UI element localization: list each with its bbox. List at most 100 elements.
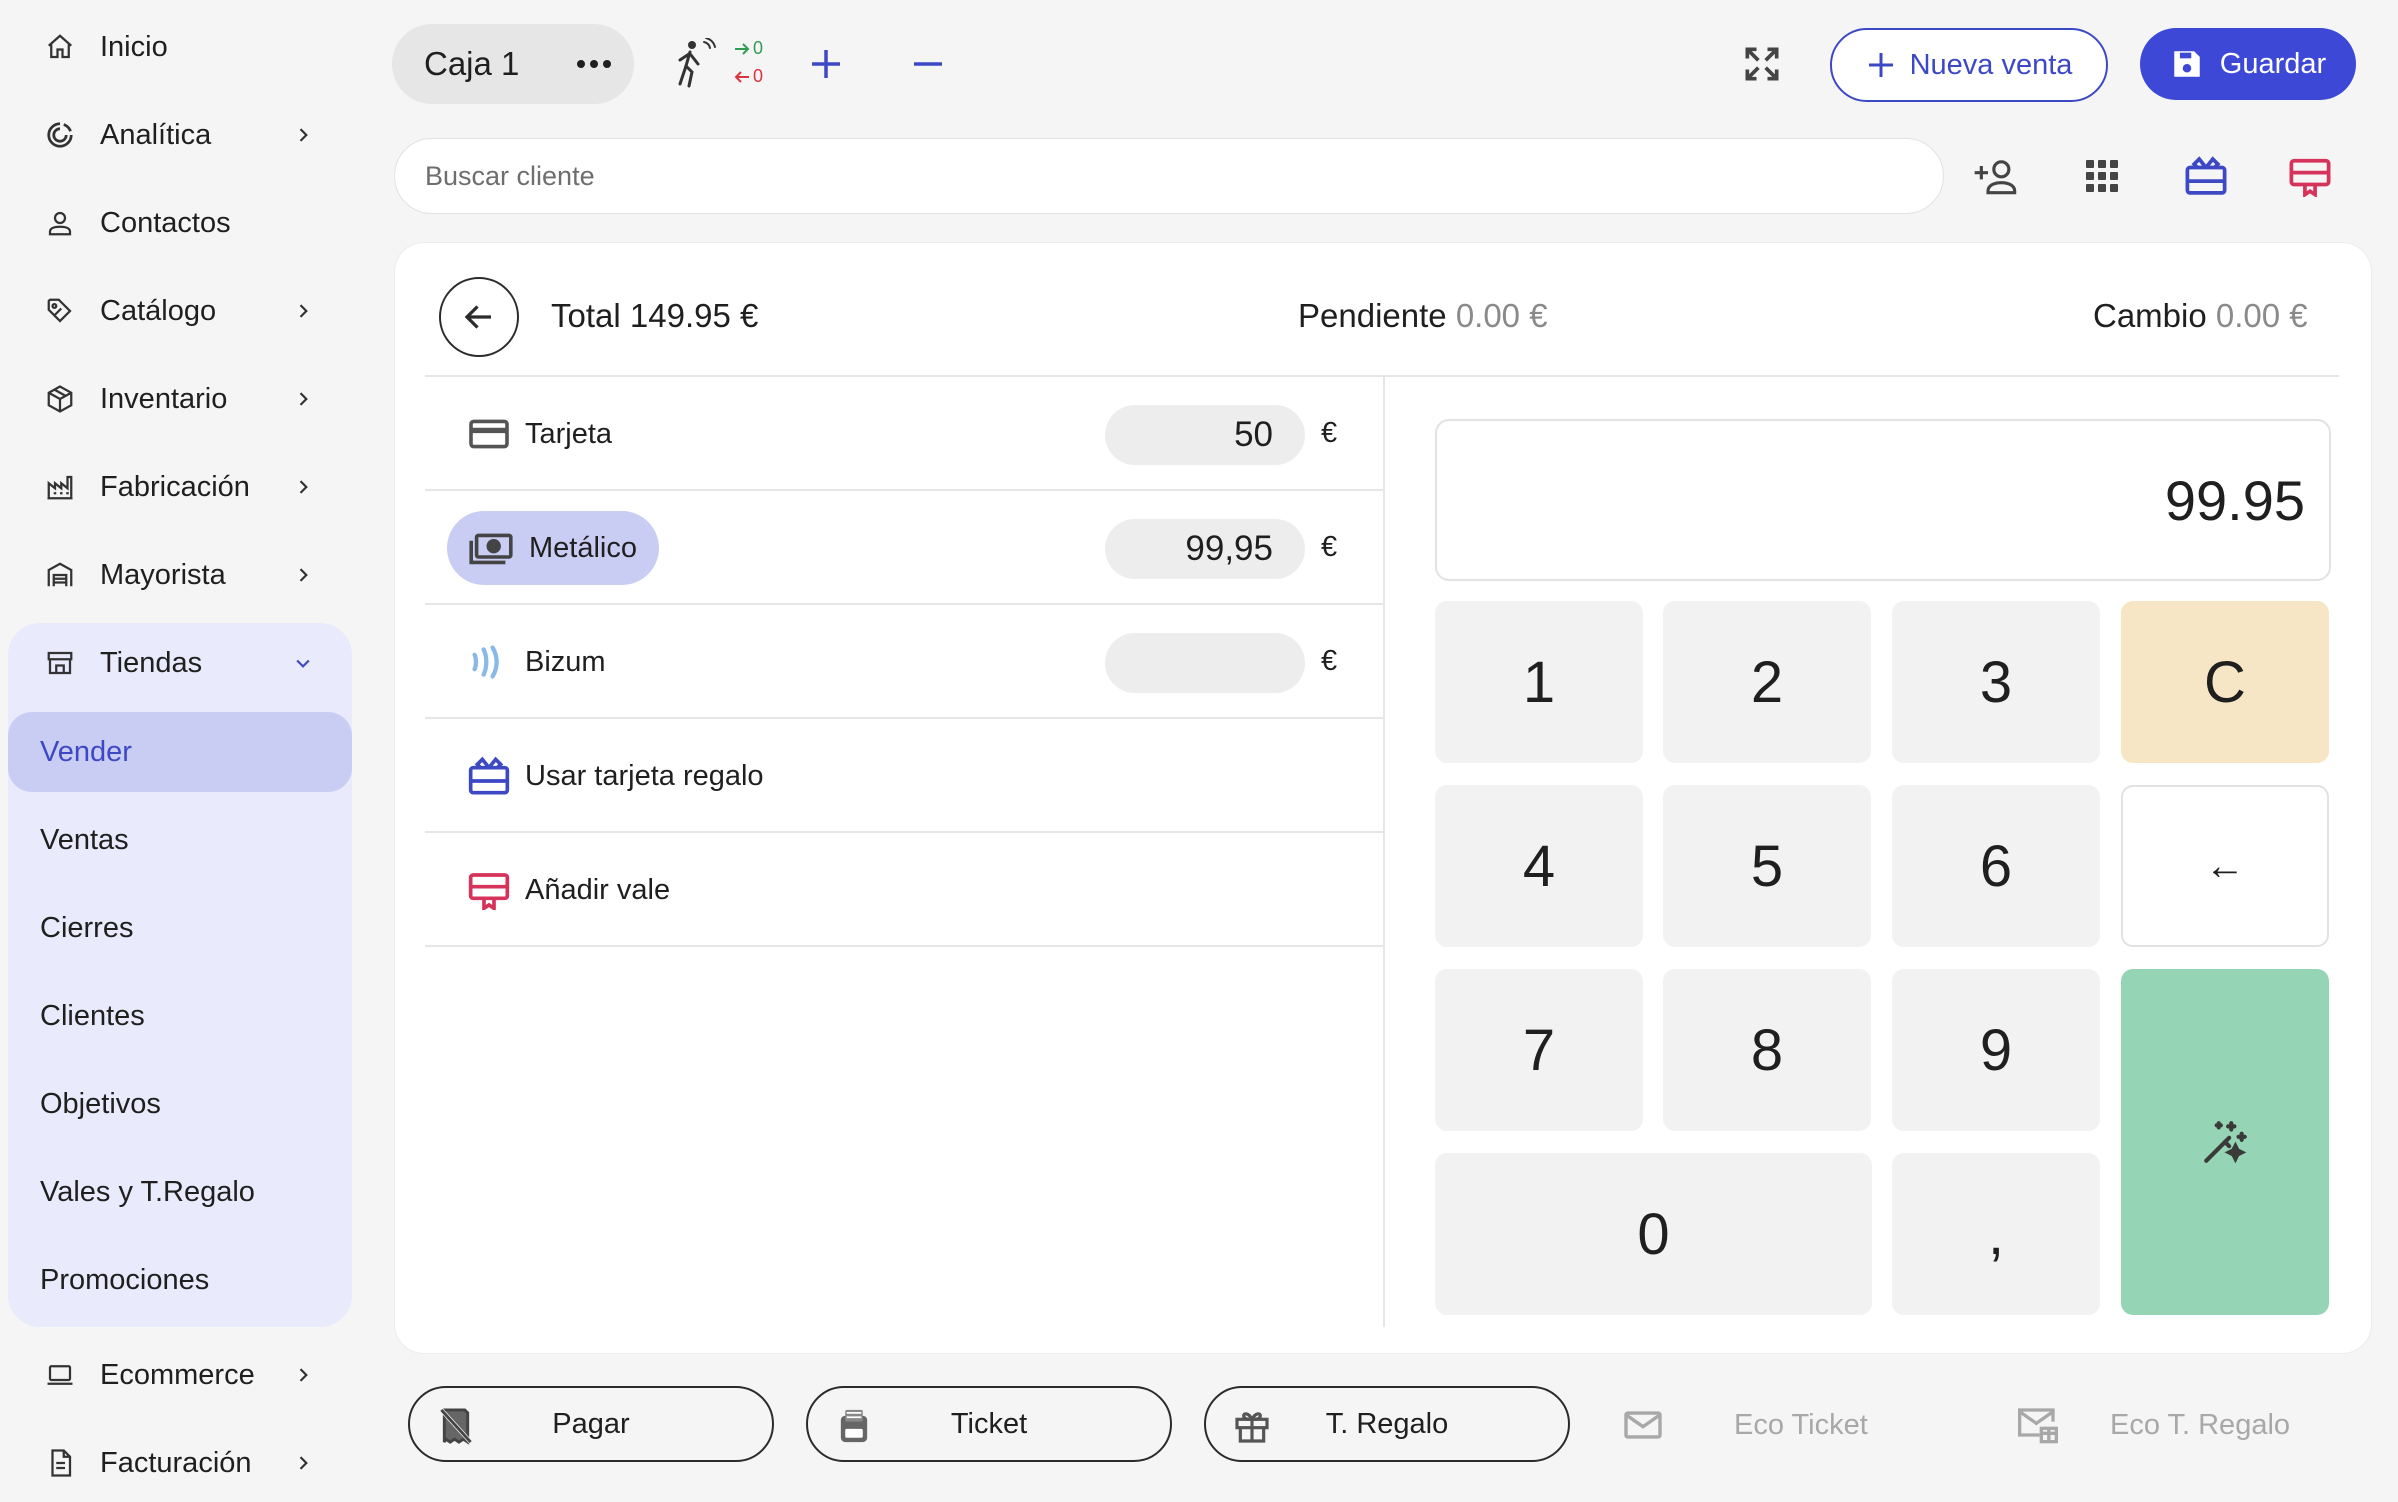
key-auto-fill[interactable] — [2121, 969, 2329, 1315]
register-selector[interactable]: Caja 1 — [392, 24, 634, 104]
chevron-right-icon — [288, 1360, 318, 1390]
sidebar-sub-ventas[interactable]: Ventas — [8, 800, 352, 880]
sidebar-item-analitica[interactable]: Analítica — [8, 96, 352, 174]
pay-button[interactable]: Pagar — [408, 1386, 774, 1462]
payment-method-bizum[interactable]: Bizum — [447, 625, 628, 699]
sidebar-item-contactos[interactable]: Contactos — [8, 184, 352, 262]
gift-card-icon[interactable] — [2182, 152, 2230, 200]
voucher-icon[interactable] — [2286, 152, 2334, 200]
currency-symbol: € — [1321, 531, 1338, 563]
payment-row-bizum: Bizum € — [425, 605, 1383, 719]
chevron-right-icon — [288, 472, 318, 502]
eco-ticket-button[interactable]: Eco Ticket — [1622, 1400, 1868, 1450]
gift-card-icon — [468, 756, 510, 795]
sidebar-item-ecommerce[interactable]: Ecommerce — [8, 1336, 352, 1414]
save-label: Guardar — [2219, 47, 2327, 80]
use-gift-card-button[interactable]: Usar tarjeta regalo — [447, 739, 786, 813]
payment-card: Total 149.95 € Pendiente 0.00 € Cambio 0… — [394, 242, 2372, 1354]
save-button[interactable]: Guardar — [2140, 28, 2356, 100]
sidebar-item-inventario[interactable]: Inventario — [8, 360, 352, 438]
key-4[interactable]: 4 — [1435, 785, 1643, 947]
add-customer-icon[interactable] — [1974, 152, 2022, 200]
fullscreen-icon[interactable] — [1740, 42, 1784, 86]
sidebar-item-label: Ecommerce — [100, 1358, 255, 1391]
remove-visitor-minus-icon[interactable] — [908, 44, 948, 84]
payment-method-label: Añadir vale — [525, 873, 671, 906]
credit-card-icon — [469, 419, 509, 449]
pending-value: 0.00 € — [1455, 297, 1548, 334]
sidebar-item-label: Mayorista — [100, 558, 226, 591]
sidebar-item-mayorista[interactable]: Mayorista — [8, 536, 352, 614]
sidebar-item-catalogo[interactable]: Catálogo — [8, 272, 352, 350]
arrow-left-icon — [464, 305, 491, 329]
eco-gift-ticket-button[interactable]: Eco T. Regalo — [2016, 1400, 2290, 1450]
key-1[interactable]: 1 — [1435, 601, 1643, 763]
sidebar-sub-cierres[interactable]: Cierres — [8, 888, 352, 968]
chevron-right-icon — [288, 120, 318, 150]
ticket-button[interactable]: Ticket — [806, 1386, 1172, 1462]
key-9[interactable]: 9 — [1892, 969, 2100, 1131]
sidebar-item-fabricacion[interactable]: Fabricación — [8, 448, 352, 526]
more-options-icon[interactable] — [574, 48, 614, 80]
invoice-icon — [40, 1443, 80, 1483]
key-3[interactable]: 3 — [1892, 601, 2100, 763]
sidebar-sub-vender[interactable]: Vender — [8, 712, 352, 792]
visitors-out-counter: 0 — [734, 66, 763, 87]
add-voucher-button[interactable]: Añadir vale — [447, 853, 692, 927]
sidebar-item-label: Catálogo — [100, 294, 217, 327]
voucher-icon — [468, 873, 510, 910]
mail-icon — [1622, 1408, 1664, 1442]
change-label: Cambio — [2093, 297, 2207, 334]
gift-ticket-button[interactable]: T. Regalo — [1204, 1386, 1570, 1462]
visitors-out-value: 0 — [753, 66, 764, 86]
key-6[interactable]: 6 — [1892, 785, 2100, 947]
payment-row-gift-card: Usar tarjeta regalo — [425, 719, 1383, 833]
sidebar-item-facturacion[interactable]: Facturación — [8, 1424, 352, 1502]
bizum-icon — [472, 645, 499, 679]
key-2[interactable]: 2 — [1663, 601, 1871, 763]
store-icon — [40, 643, 80, 683]
sidebar-sub-vales[interactable]: Vales y T.Regalo — [8, 1152, 352, 1232]
metalico-amount-input[interactable] — [1105, 519, 1305, 579]
key-7[interactable]: 7 — [1435, 969, 1643, 1131]
payment-method-label: Metálico — [529, 531, 637, 564]
sidebar-item-label: Tiendas — [100, 646, 203, 679]
back-button[interactable] — [439, 277, 519, 357]
home-icon — [40, 27, 80, 67]
customer-search-input[interactable] — [394, 138, 1944, 214]
payment-method-metalico[interactable]: Metálico — [447, 511, 659, 585]
change-value: 0.00 € — [2215, 297, 2308, 334]
factory-icon — [40, 467, 80, 507]
sidebar-item-label: Inicio — [100, 30, 168, 63]
key-backspace[interactable]: ← — [2121, 785, 2329, 947]
bizum-amount-input[interactable] — [1105, 633, 1305, 693]
printer-icon — [834, 1406, 874, 1446]
sidebar-item-tiendas[interactable]: Tiendas — [8, 624, 352, 702]
key-5[interactable]: 5 — [1663, 785, 1871, 947]
payment-row-tarjeta: Tarjeta € — [425, 377, 1383, 491]
key-0[interactable]: 0 — [1435, 1153, 1872, 1315]
grid-apps-icon[interactable] — [2078, 152, 2126, 200]
sidebar-sub-promociones[interactable]: Promociones — [8, 1240, 352, 1320]
plus-icon — [1868, 53, 1893, 77]
sidebar-sub-objetivos[interactable]: Objetivos — [8, 1064, 352, 1144]
sidebar-sub-clientes[interactable]: Clientes — [8, 976, 352, 1056]
sidebar-item-label: Fabricación — [100, 470, 250, 503]
eco-gift-ticket-label: Eco T. Regalo — [2110, 1408, 2291, 1441]
sidebar-item-inicio[interactable]: Inicio — [8, 8, 352, 86]
tag-icon — [40, 291, 80, 331]
payment-method-tarjeta[interactable]: Tarjeta — [447, 397, 634, 471]
add-visitor-plus-icon[interactable] — [806, 44, 846, 84]
mail-gift-icon — [2016, 1405, 2060, 1445]
floppy-disk-icon — [2174, 51, 2200, 77]
key-8[interactable]: 8 — [1663, 969, 1871, 1131]
currency-symbol: € — [1321, 417, 1338, 449]
payment-method-label: Tarjeta — [525, 417, 613, 450]
new-sale-button[interactable]: Nueva venta — [1830, 28, 2108, 102]
key-comma[interactable]: , — [1892, 1153, 2100, 1315]
total-label: Total — [551, 297, 621, 334]
payment-row-metalico: Metálico € — [425, 491, 1383, 605]
key-clear[interactable]: C — [2121, 601, 2329, 763]
tarjeta-amount-input[interactable] — [1105, 405, 1305, 465]
sidebar-item-label: Analítica — [100, 118, 212, 151]
